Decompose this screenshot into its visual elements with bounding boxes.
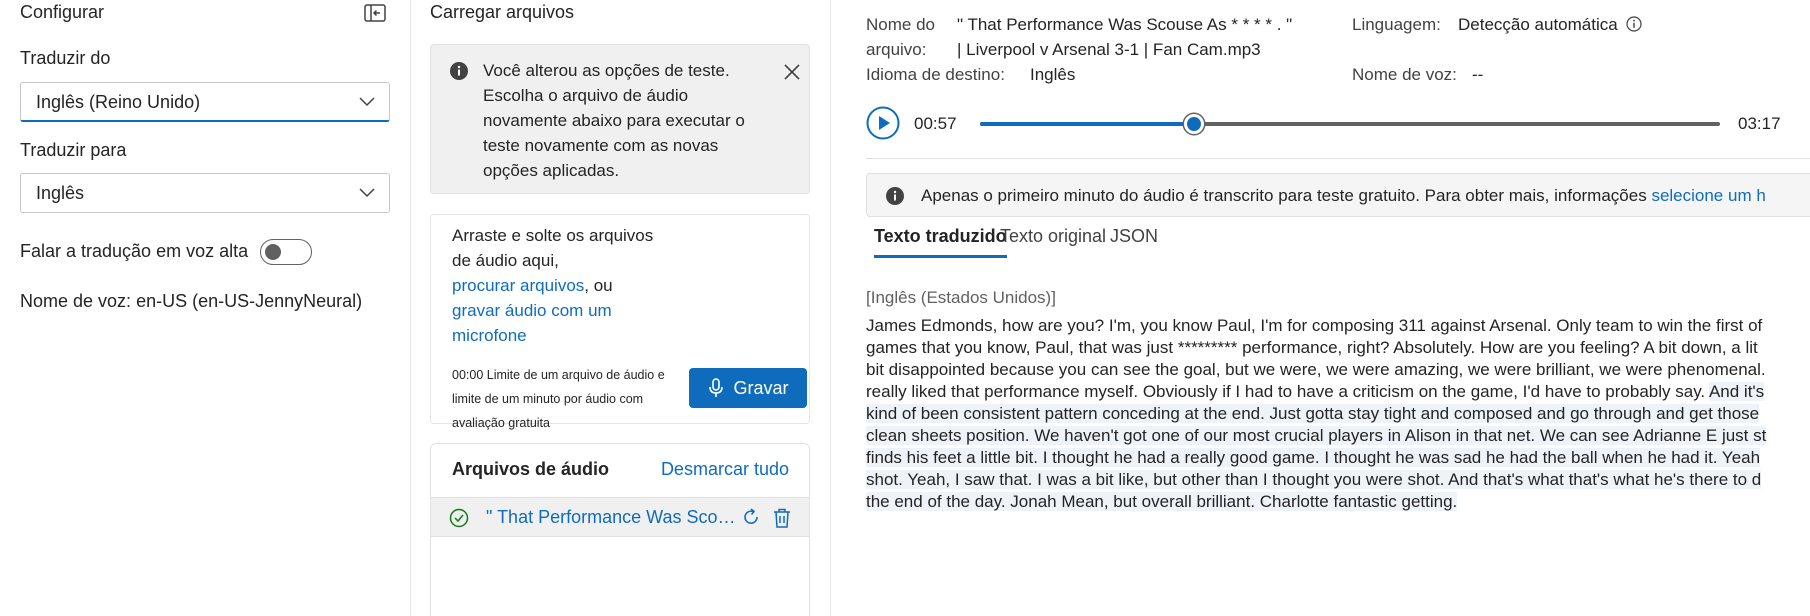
audio-files-list: Arquivos de áudio Desmarcar tudo " That … bbox=[430, 443, 810, 616]
transcript: James Edmonds, how are you? I'm, you kno… bbox=[866, 313, 1810, 553]
drop-text-1: Arraste e solte os arquivos de áudio aqu… bbox=[452, 226, 654, 270]
file-name-value-2: | Liverpool v Arsenal 3-1 | Fan Cam.mp3 bbox=[957, 40, 1261, 59]
play-icon[interactable] bbox=[866, 106, 900, 140]
translate-to-select[interactable]: Inglês bbox=[20, 173, 390, 213]
transcript-segment-highlighted: clean sheets position. We haven't got on… bbox=[866, 426, 1767, 445]
collapse-panel-icon[interactable] bbox=[364, 4, 386, 22]
chevron-down-icon bbox=[359, 97, 375, 107]
transcript-segment-highlighted: kind of been consistent pattern concedin… bbox=[866, 404, 1760, 423]
divider bbox=[866, 158, 1810, 159]
translate-from-label: Traduzir do bbox=[20, 48, 111, 68]
translate-to-label: Traduzir para bbox=[20, 140, 127, 160]
audio-player: 00:57 03:17 bbox=[866, 106, 1786, 144]
upload-title: Carregar arquivos bbox=[430, 2, 575, 22]
options-changed-message: Você alterou as opções de teste. Escolha… bbox=[430, 44, 810, 194]
translate-from-select[interactable]: Inglês (Reino Unido) bbox=[20, 82, 390, 122]
voice-name-label: Nome de voz: bbox=[1352, 65, 1457, 84]
file-name-value-1: " That Performance Was Scouse As * * * *… bbox=[957, 15, 1293, 34]
info-icon bbox=[450, 62, 468, 80]
drop-zone[interactable]: Arraste e solte os arquivos de áudio aqu… bbox=[430, 214, 810, 430]
notice-text: Apenas o primeiro minuto do áudio é tran… bbox=[921, 186, 1652, 205]
transcript-segment-highlighted: shot. Yeah, I saw that. I was a bit like… bbox=[866, 470, 1762, 489]
target-language-value: Inglês bbox=[1030, 65, 1076, 84]
voice-name-value: -- bbox=[1472, 65, 1484, 84]
drop-zone-text: Arraste e solte os arquivos de áudio aqu… bbox=[452, 223, 672, 348]
config-title: Configurar bbox=[20, 2, 105, 22]
list-item[interactable]: " That Performance Was Scouse As * * * *… bbox=[431, 497, 809, 537]
voice-name-row: Nome de voz: en-US (en-US-JennyNeural) bbox=[20, 291, 362, 312]
detected-language-tag: [Inglês (Estados Unidos)] bbox=[866, 288, 1056, 307]
results-panel: Nome do arquivo: " That Performance Was … bbox=[830, 0, 1810, 616]
retry-icon[interactable] bbox=[741, 507, 761, 527]
tab-json[interactable]: JSON bbox=[1110, 226, 1158, 255]
slider-thumb[interactable] bbox=[1183, 114, 1204, 134]
speak-translation-toggle[interactable] bbox=[260, 239, 312, 265]
language-value-row: Detecção automática bbox=[1458, 15, 1642, 35]
info-icon[interactable] bbox=[1626, 16, 1642, 32]
microphone-icon bbox=[709, 378, 724, 397]
browse-files-link[interactable]: procurar arquivos bbox=[452, 276, 584, 295]
voice-name-key: Nome de voz: bbox=[20, 291, 132, 311]
record-button-label: Gravar bbox=[733, 377, 789, 398]
transcript-line: the end of the day. Jonah Mean, but over… bbox=[866, 489, 1458, 514]
drop-text-2: , ou bbox=[584, 276, 613, 295]
check-circle-icon bbox=[449, 508, 469, 528]
trash-icon[interactable] bbox=[772, 507, 792, 529]
file-name[interactable]: " That Performance Was Scouse As * * * *… bbox=[486, 507, 736, 528]
transcript-segment: games that you know, Paul, that was just… bbox=[866, 338, 1758, 357]
language-value: Detecção automática bbox=[1458, 15, 1618, 34]
notice-link[interactable]: selecione um h bbox=[1651, 186, 1765, 205]
target-language-label: Idioma de destino: bbox=[866, 65, 1005, 84]
config-panel: Configurar Traduzir do Inglês (Reino Uni… bbox=[0, 0, 410, 616]
progress-fill bbox=[980, 122, 1194, 126]
speak-translation-label: Falar a tradução em voz alta bbox=[20, 241, 249, 261]
transcript-segment: really liked that performance myself. Ob… bbox=[866, 382, 1709, 401]
total-time: 03:17 bbox=[1738, 114, 1781, 133]
transcript-segment-highlighted: finds his feet a little bit. I thought h… bbox=[866, 448, 1761, 467]
file-name-label-2: arquivo: bbox=[866, 40, 927, 59]
audio-files-title: Arquivos de áudio bbox=[452, 459, 610, 479]
transcript-segment: bit disappointed because you can see the… bbox=[866, 360, 1766, 379]
upload-panel: Carregar arquivos Você alterou as opções… bbox=[410, 0, 830, 616]
notice-text-row: Apenas o primeiro minuto do áudio é tran… bbox=[921, 186, 1766, 206]
transcript-segment-highlighted: And it's bbox=[1708, 382, 1765, 401]
clear-all-link[interactable]: Desmarcar tudo bbox=[661, 459, 789, 480]
language-label: Linguagem: bbox=[1352, 15, 1441, 34]
toggle-knob bbox=[265, 244, 281, 260]
file-name-label-1: Nome do bbox=[866, 15, 935, 34]
voice-name-value: en-US (en-US-JennyNeural) bbox=[136, 291, 363, 311]
close-icon[interactable] bbox=[783, 63, 801, 81]
translate-to-value: Inglês bbox=[36, 183, 85, 203]
record-button[interactable]: Gravar bbox=[689, 368, 807, 408]
current-time: 00:57 bbox=[914, 114, 957, 133]
message-text: Você alterou as opções de teste. Escolha… bbox=[483, 61, 745, 180]
chevron-down-icon bbox=[359, 188, 375, 198]
tab-translated-text[interactable]: Texto traduzido bbox=[874, 226, 1007, 258]
transcript-segment: James Edmonds, how are you? I'm, you kno… bbox=[866, 316, 1763, 335]
free-trial-notice: Apenas o primeiro minuto do áudio é tran… bbox=[866, 173, 1810, 217]
translate-from-value: Inglês (Reino Unido) bbox=[36, 92, 201, 112]
tab-original-text[interactable]: Texto original bbox=[1000, 226, 1106, 255]
limit-text: 00:00 Limite de um arquivo de áudio e li… bbox=[452, 368, 665, 430]
progress-slider[interactable] bbox=[980, 114, 1720, 134]
info-icon bbox=[886, 187, 904, 205]
record-audio-link[interactable]: gravar áudio com um microfone bbox=[452, 301, 612, 345]
transcript-segment-highlighted: the end of the day. Jonah Mean, but over… bbox=[866, 492, 1458, 511]
